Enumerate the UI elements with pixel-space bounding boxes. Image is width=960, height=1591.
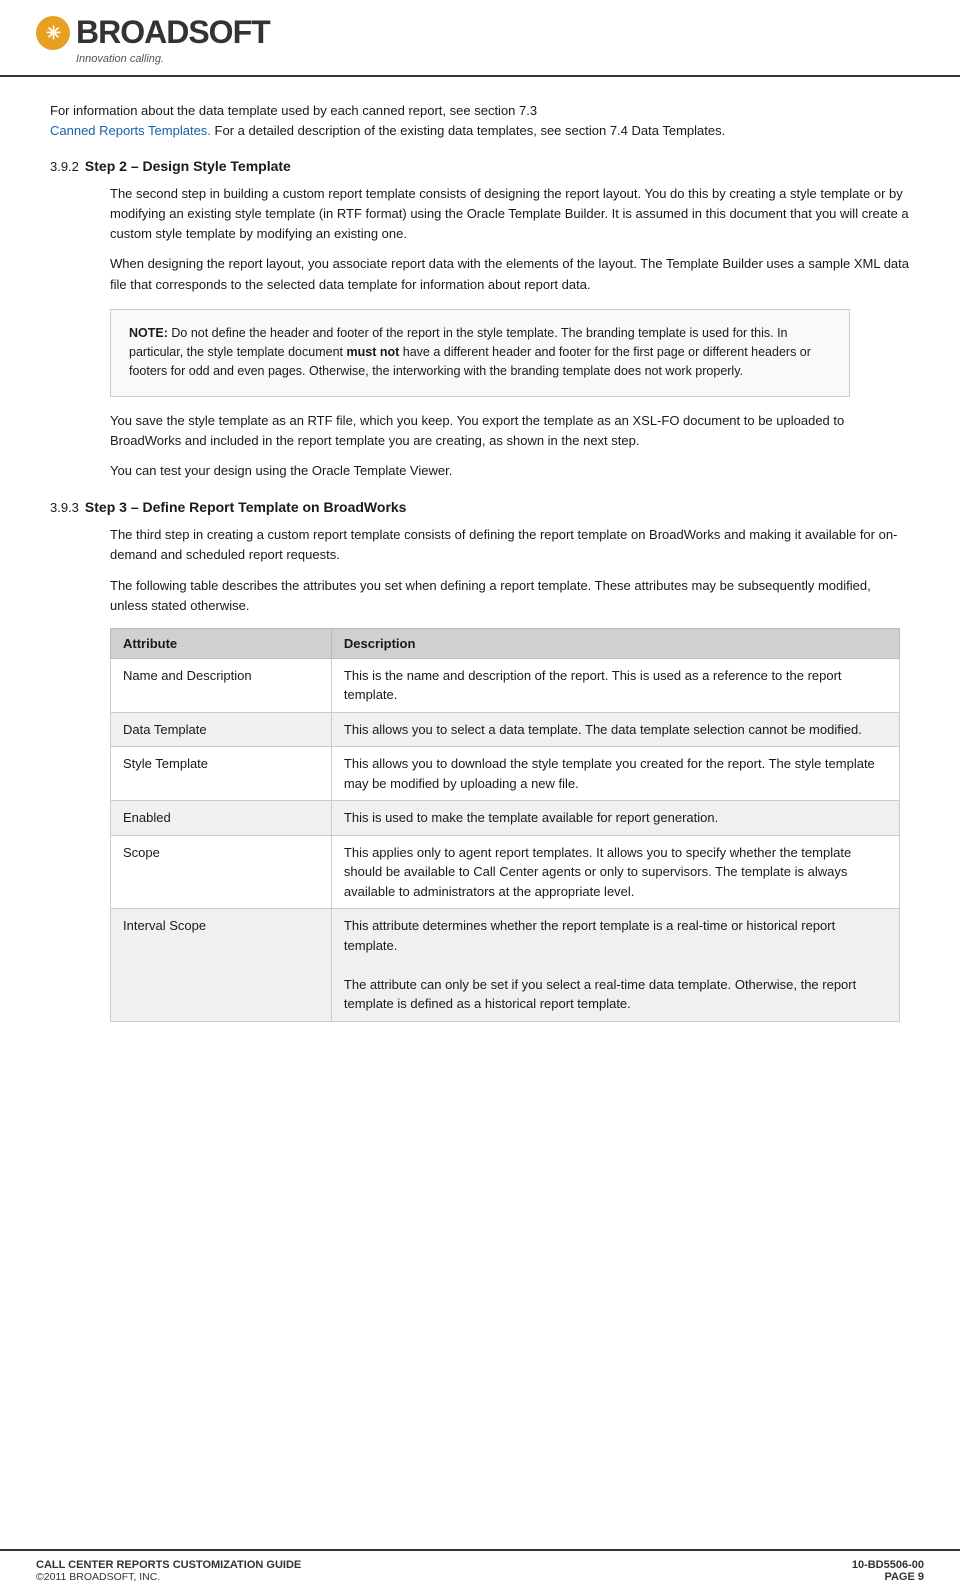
footer-page-number: PAGE 9 xyxy=(852,1571,924,1583)
section-392-title: Step 2 – Design Style Template xyxy=(85,158,291,174)
attributes-table: Attribute Description Name and Descripti… xyxy=(110,628,900,1022)
intro-line1: For information about the data template … xyxy=(50,101,910,140)
attr-name-cell: Data Template xyxy=(111,712,332,747)
attr-name-cell: Enabled xyxy=(111,801,332,836)
section-393-number: 3.9.3 xyxy=(50,500,79,515)
note-box: NOTE: Do not define the header and foote… xyxy=(110,309,850,397)
section-393: 3.9.3 Step 3 – Define Report Template on… xyxy=(50,499,910,1022)
attr-name-cell: Name and Description xyxy=(111,658,332,712)
section-392-header: 3.9.2 Step 2 – Design Style Template xyxy=(50,158,910,174)
intro-text-1: For information about the data template … xyxy=(50,103,537,118)
logo-star-icon: ✳ xyxy=(36,16,70,50)
attr-desc-cell: This allows you to select a data templat… xyxy=(331,712,899,747)
broadsoft-logo: ✳ BROADSOFT xyxy=(36,14,270,51)
section-393-title: Step 3 – Define Report Template on Broad… xyxy=(85,499,407,515)
table-row: Data TemplateThis allows you to select a… xyxy=(111,712,900,747)
footer-right: 10-BD5506-00 PAGE 9 xyxy=(852,1559,924,1583)
logo-tagline: Innovation calling. xyxy=(76,53,164,65)
table-row: Style TemplateThis allows you to downloa… xyxy=(111,747,900,801)
attributes-table-wrapper: Attribute Description Name and Descripti… xyxy=(50,628,910,1022)
col-description-header: Description xyxy=(331,628,899,658)
section-392: 3.9.2 Step 2 – Design Style Template The… xyxy=(50,158,910,481)
footer-guide-title: CALL CENTER REPORTS CUSTOMIZATION GUIDE xyxy=(36,1559,301,1571)
logo-area: ✳ BROADSOFT Innovation calling. xyxy=(36,14,270,65)
section-392-para2: When designing the report layout, you as… xyxy=(50,254,910,294)
attr-desc-cell: This is the name and description of the … xyxy=(331,658,899,712)
section-392-para1: The second step in building a custom rep… xyxy=(50,184,910,244)
footer-left: CALL CENTER REPORTS CUSTOMIZATION GUIDE … xyxy=(36,1559,301,1583)
section-393-para2: The following table describes the attrib… xyxy=(50,576,910,616)
link1-text: Canned Reports Templates. xyxy=(50,123,211,138)
attr-desc-cell: This is used to make the template availa… xyxy=(331,801,899,836)
col-attribute-header: Attribute xyxy=(111,628,332,658)
note-label: NOTE: xyxy=(129,326,168,340)
page-header: ✳ BROADSOFT Innovation calling. xyxy=(0,0,960,77)
table-row: Interval ScopeThis attribute determines … xyxy=(111,909,900,1022)
note-bold-text: must not xyxy=(347,345,400,359)
attr-desc-cell: This attribute determines whether the re… xyxy=(331,909,899,1022)
footer-doc-number: 10-BD5506-00 xyxy=(852,1559,924,1571)
canned-reports-link[interactable]: Canned Reports Templates. xyxy=(50,123,211,138)
page-footer: CALL CENTER REPORTS CUSTOMIZATION GUIDE … xyxy=(0,1549,960,1591)
attr-desc-cell: This allows you to download the style te… xyxy=(331,747,899,801)
main-content: For information about the data template … xyxy=(0,77,960,1052)
intro-text-2: For a detailed description of the existi… xyxy=(215,123,726,138)
section-392-number: 3.9.2 xyxy=(50,159,79,174)
section-392-para3: You save the style template as an RTF fi… xyxy=(50,411,910,451)
attr-name-cell: Scope xyxy=(111,835,332,909)
section-392-para4: You can test your design using the Oracl… xyxy=(50,461,910,481)
table-row: Name and DescriptionThis is the name and… xyxy=(111,658,900,712)
section-393-header: 3.9.3 Step 3 – Define Report Template on… xyxy=(50,499,910,515)
table-row: EnabledThis is used to make the template… xyxy=(111,801,900,836)
attr-name-cell: Interval Scope xyxy=(111,909,332,1022)
attr-desc-cell: This applies only to agent report templa… xyxy=(331,835,899,909)
attr-name-cell: Style Template xyxy=(111,747,332,801)
section-393-para1: The third step in creating a custom repo… xyxy=(50,525,910,565)
table-header-row: Attribute Description xyxy=(111,628,900,658)
footer-copyright: ©2011 BROADSOFT, INC. xyxy=(36,1571,301,1583)
logo-text: BROADSOFT xyxy=(76,14,270,51)
table-row: ScopeThis applies only to agent report t… xyxy=(111,835,900,909)
